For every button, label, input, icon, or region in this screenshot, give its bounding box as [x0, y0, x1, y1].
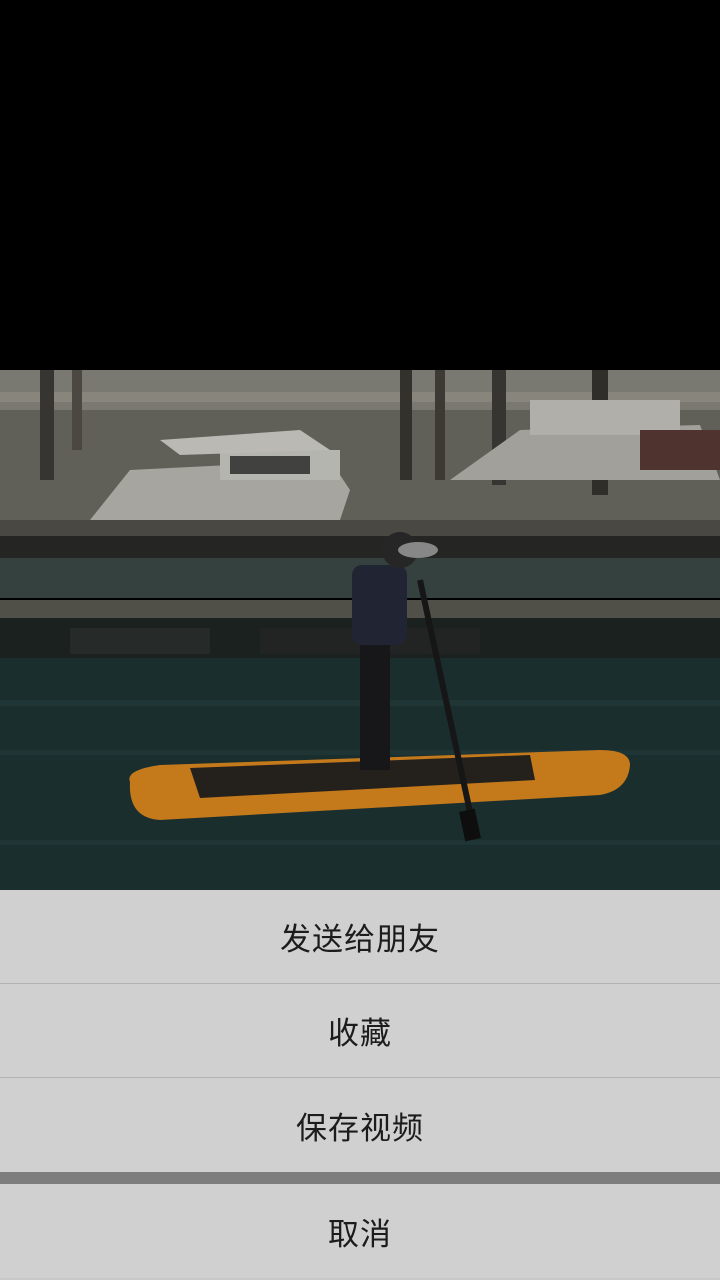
- cancel-button[interactable]: 取消: [0, 1184, 720, 1278]
- send-to-friend-button[interactable]: 发送给朋友: [0, 890, 720, 984]
- favorite-button[interactable]: 收藏: [0, 984, 720, 1078]
- video-preview[interactable]: [0, 370, 720, 890]
- sheet-separator: [0, 1172, 720, 1184]
- action-sheet: 发送给朋友 收藏 保存视频 取消: [0, 890, 720, 1280]
- save-video-button[interactable]: 保存视频: [0, 1078, 720, 1172]
- video-preview-screen: 发送给朋友 收藏 保存视频 取消: [0, 0, 720, 1280]
- video-frame-image: [0, 370, 720, 890]
